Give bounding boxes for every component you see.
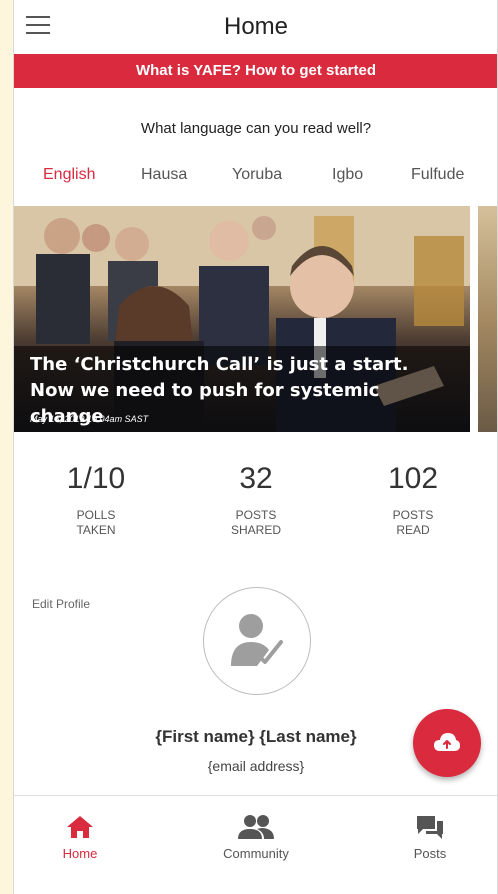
featured-posts-carousel[interactable]: The ‘Christchurch Call’ is just a start.… xyxy=(14,206,498,432)
upload-fab-button[interactable] xyxy=(413,709,481,777)
stat-polls-taken: 1/10 POLLS TAKEN xyxy=(26,462,166,538)
language-question: What language can you read well? xyxy=(140,120,372,137)
user-check-icon xyxy=(231,614,283,666)
language-tabs: English Hausa Yoruba Igbo Fulfude xyxy=(14,166,498,190)
nav-label: Posts xyxy=(413,846,447,861)
stat-value: 32 xyxy=(239,462,273,495)
featured-post-card[interactable]: The ‘Christchurch Call’ is just a start.… xyxy=(14,206,470,432)
nav-label: Community xyxy=(223,846,289,861)
featured-post-date: May 16, 2019 10.04am SAST xyxy=(30,414,149,424)
getting-started-banner[interactable]: What is YAFE? How to get started xyxy=(14,54,498,88)
stat-value: 102 xyxy=(387,462,439,495)
language-tab-hausa[interactable]: Hausa xyxy=(141,166,187,184)
avatar[interactable] xyxy=(203,587,311,695)
page-title: Home xyxy=(223,13,289,40)
app-bar: Home xyxy=(14,0,498,54)
cloud-upload-icon xyxy=(434,733,460,751)
edit-profile-link[interactable]: Edit Profile xyxy=(32,597,90,611)
nav-item-home[interactable]: Home xyxy=(20,814,140,861)
stat-label: POLLS TAKEN xyxy=(76,508,116,537)
app-screen: Home What is YAFE? How to get started Wh… xyxy=(14,0,498,894)
language-tab-english[interactable]: English xyxy=(43,166,95,184)
language-tab-fulfude[interactable]: Fulfude xyxy=(411,166,464,184)
stat-label: POSTS READ xyxy=(392,508,434,537)
home-icon xyxy=(67,816,93,838)
language-tab-yoruba[interactable]: Yoruba xyxy=(232,166,282,184)
stat-value: 1/10 xyxy=(66,462,126,495)
language-tab-igbo[interactable]: Igbo xyxy=(332,166,363,184)
stat-posts-shared: 32 POSTS SHARED xyxy=(186,462,326,538)
bottom-navigation: Home Community Posts xyxy=(14,795,498,894)
nav-item-community[interactable]: Community xyxy=(196,814,316,861)
nav-label: Home xyxy=(62,846,98,861)
next-slide-peek[interactable] xyxy=(478,206,498,432)
featured-post-caption: The ‘Christchurch Call’ is just a start.… xyxy=(14,346,470,432)
stat-label: POSTS SHARED xyxy=(230,508,281,537)
chat-bubbles-icon xyxy=(417,816,443,839)
people-icon xyxy=(238,815,274,839)
stat-posts-read: 102 POSTS READ xyxy=(343,462,483,538)
nav-item-posts[interactable]: Posts xyxy=(370,814,490,861)
